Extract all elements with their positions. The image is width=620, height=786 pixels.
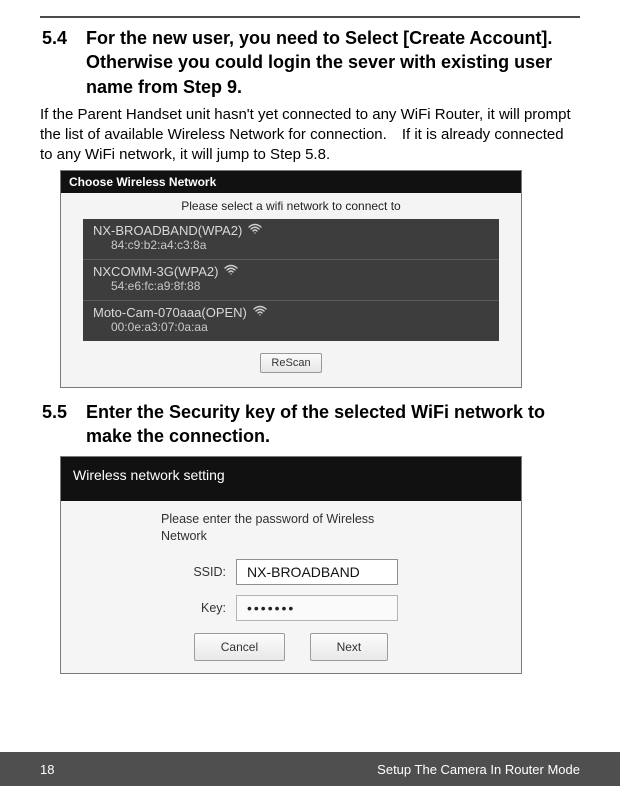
wifi-network-list: NX-BROADBAND(WPA2) 84:c9:b2:a4:c3:8a NXC… <box>83 219 499 341</box>
ssid-row: SSID: NX-BROADBAND <box>61 559 521 585</box>
key-label: Key: <box>176 601 226 615</box>
wifi-ssid: NX-BROADBAND(WPA2) <box>93 223 242 239</box>
wifi-ssid: Moto-Cam-070aaa(OPEN) <box>93 305 247 321</box>
page-footer: 18 Setup The Camera In Router Mode <box>0 752 620 786</box>
wifi-ssid: NXCOMM-3G(WPA2) <box>93 264 218 280</box>
next-button[interactable]: Next <box>310 633 389 661</box>
choose-wireless-network-subtitle: Please select a wifi network to connect … <box>61 193 521 219</box>
key-row: Key: ••••••• <box>61 595 521 621</box>
wireless-network-setting-screenshot: Wireless network setting Please enter th… <box>60 456 522 674</box>
section-5-4-heading: 5.4 For the new user, you need to Select… <box>40 26 580 99</box>
choose-wireless-network-screenshot: Choose Wireless Network Please select a … <box>60 170 522 388</box>
section-5-4-paragraph: If the Parent Handset unit hasn't yet co… <box>40 105 580 166</box>
rescan-button[interactable]: ReScan <box>260 353 321 373</box>
wifi-signal-icon <box>253 305 267 320</box>
section-5-5-title: Enter the Security key of the selected W… <box>86 400 580 449</box>
wifi-network-item[interactable]: Moto-Cam-070aaa(OPEN) 00:0e:a3:07:0a:aa <box>83 301 499 341</box>
top-rule <box>40 16 580 18</box>
section-5-4-title: For the new user, you need to Select [Cr… <box>86 26 580 99</box>
section-5-4-number: 5.4 <box>40 26 86 50</box>
wifi-signal-icon <box>224 264 238 279</box>
page-number: 18 <box>40 762 54 777</box>
wifi-network-item[interactable]: NXCOMM-3G(WPA2) 54:e6:fc:a9:8f:88 <box>83 260 499 301</box>
wifi-mac: 54:e6:fc:a9:8f:88 <box>93 279 489 293</box>
cancel-button[interactable]: Cancel <box>194 633 285 661</box>
section-5-5-number: 5.5 <box>40 400 86 424</box>
footer-section-title: Setup The Camera In Router Mode <box>377 762 580 777</box>
section-5-5-heading: 5.5 Enter the Security key of the select… <box>40 400 580 449</box>
wifi-mac: 00:0e:a3:07:0a:aa <box>93 320 489 334</box>
choose-wireless-network-title: Choose Wireless Network <box>61 171 521 193</box>
key-field[interactable]: ••••••• <box>236 595 398 621</box>
ssid-field[interactable]: NX-BROADBAND <box>236 559 398 585</box>
ssid-label: SSID: <box>176 565 226 579</box>
wireless-network-setting-title: Wireless network setting <box>61 457 521 501</box>
wireless-network-setting-message: Please enter the password of Wireless Ne… <box>161 511 421 545</box>
wifi-network-item[interactable]: NX-BROADBAND(WPA2) 84:c9:b2:a4:c3:8a <box>83 219 499 260</box>
wifi-mac: 84:c9:b2:a4:c3:8a <box>93 238 489 252</box>
wifi-signal-icon <box>248 223 262 238</box>
